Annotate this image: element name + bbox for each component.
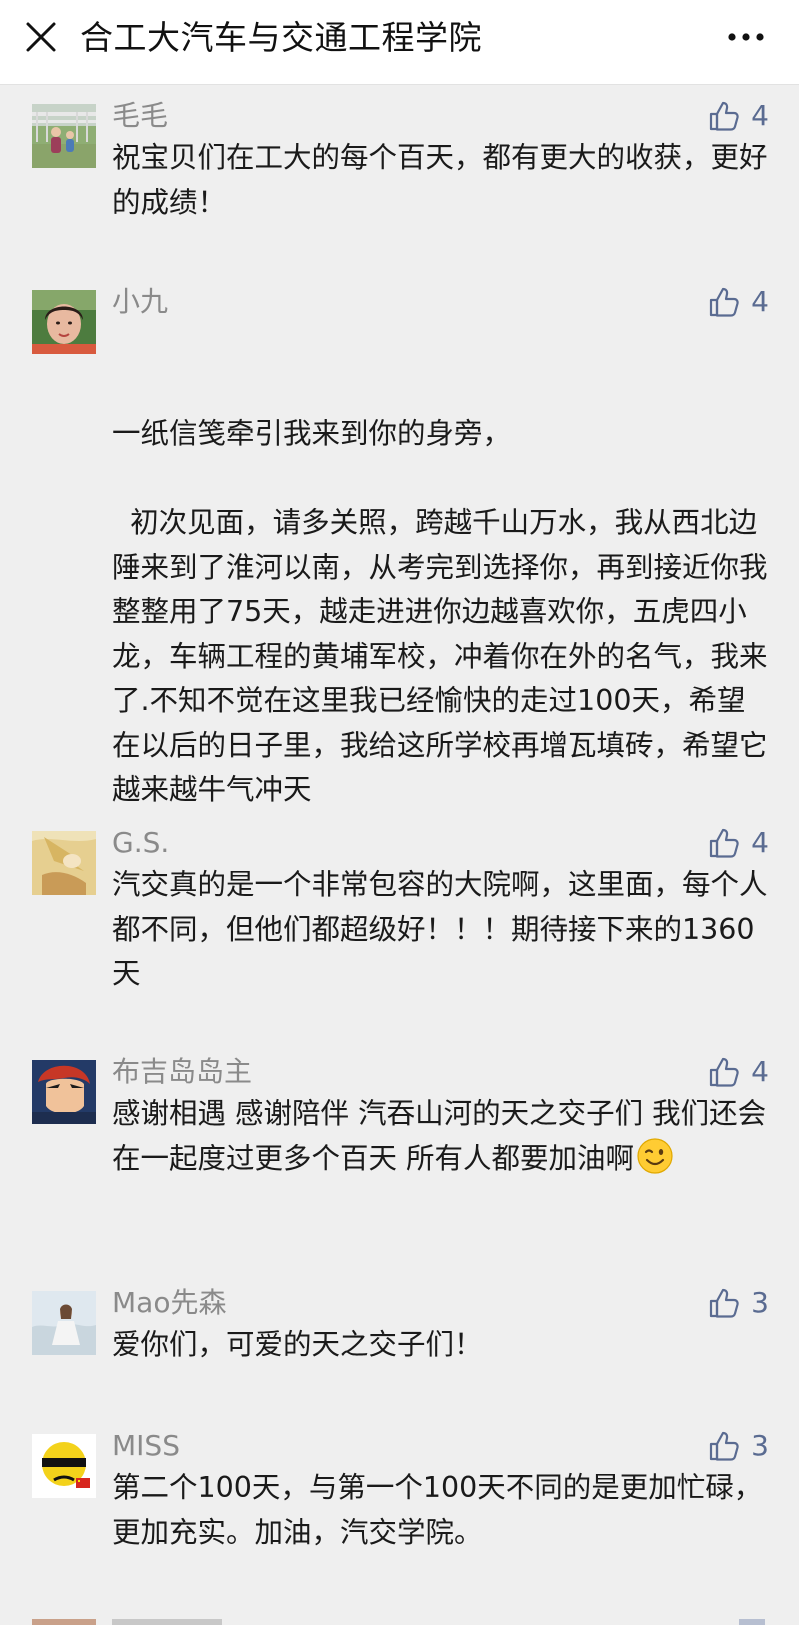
- close-icon: [26, 22, 56, 52]
- like-button[interactable]: 4: [707, 96, 769, 136]
- avatar[interactable]: [32, 1434, 96, 1498]
- thumbs-up-icon: [710, 1288, 739, 1318]
- like-count: 4: [751, 1055, 769, 1088]
- like-button[interactable]: 3: [707, 1426, 769, 1466]
- comment-nickname-cutoff: [112, 1619, 222, 1625]
- comment-nickname[interactable]: G.S.: [112, 823, 169, 863]
- comment-text: 汽交真的是一个非常包容的大院啊，这里面，每个人都不同，但他们都超级好！！！期待接…: [112, 868, 768, 990]
- more-icon: [728, 33, 764, 41]
- avatar[interactable]: [32, 104, 96, 168]
- more-button[interactable]: [719, 14, 773, 60]
- like-count: 4: [751, 99, 769, 132]
- thumbs-up-icon: [710, 101, 739, 131]
- comment-text: 爱你们，可爱的天之交子们！: [112, 1328, 483, 1361]
- comment-nickname[interactable]: Mao先森: [112, 1283, 226, 1323]
- comment-nickname[interactable]: 小九: [112, 282, 168, 322]
- like-button-cutoff[interactable]: [739, 1619, 765, 1625]
- like-button[interactable]: 4: [707, 1052, 769, 1092]
- close-button[interactable]: [18, 14, 64, 60]
- wink-emoji-icon: [637, 1137, 673, 1174]
- like-count: 4: [751, 285, 769, 318]
- comment-nickname[interactable]: 布吉岛岛主: [112, 1052, 252, 1092]
- comment-text: 一纸信笺牵引我来到你的身旁， 初次见面，请多关照，跨越千山万水，我从西北边陲来到…: [112, 417, 768, 806]
- comment-text: 第二个100天，与第一个100天不同的是更加忙碌，更加充实。加油，汽交学院。: [112, 1471, 763, 1549]
- like-button[interactable]: 4: [707, 823, 769, 863]
- like-button[interactable]: 4: [707, 282, 769, 322]
- page-title: 合工大汽车与交通工程学院: [80, 18, 482, 57]
- comment-text: 祝宝贝们在工大的每个百天，都有更大的收获，更好的成绩！: [112, 141, 768, 219]
- avatar[interactable]: [32, 1619, 96, 1625]
- comment-list[interactable]: 毛毛 4 祝宝贝们在工大的每个百天，都有更大的收获，更好的成绩！ 小九 4 一纸…: [0, 84, 799, 1625]
- thumbs-up-icon: [710, 828, 739, 858]
- top-bar: 合工大汽车与交通工程学院: [0, 0, 799, 85]
- thumbs-up-icon: [710, 287, 739, 317]
- avatar[interactable]: [32, 1291, 96, 1355]
- comment-text: 感谢相遇 感谢陪伴 汽吞山河的天之交子们 我们还会在一起度过更多个百天 所有人都…: [112, 1092, 772, 1181]
- thumbs-up-icon: [710, 1431, 739, 1461]
- comment-nickname[interactable]: 毛毛: [112, 96, 168, 136]
- app-window: 合工大汽车与交通工程学院 毛毛 4 祝宝贝们在工大的每个百天，都有更大的收获，更…: [0, 0, 799, 1625]
- avatar[interactable]: [32, 1060, 96, 1124]
- avatar[interactable]: [32, 290, 96, 354]
- avatar[interactable]: [32, 831, 96, 895]
- comment-nickname[interactable]: MISS: [112, 1426, 180, 1466]
- like-button[interactable]: 3: [707, 1283, 769, 1323]
- like-count: 3: [751, 1429, 769, 1462]
- thumbs-up-icon: [710, 1057, 739, 1087]
- like-count: 4: [751, 826, 769, 859]
- like-count: 3: [751, 1286, 769, 1319]
